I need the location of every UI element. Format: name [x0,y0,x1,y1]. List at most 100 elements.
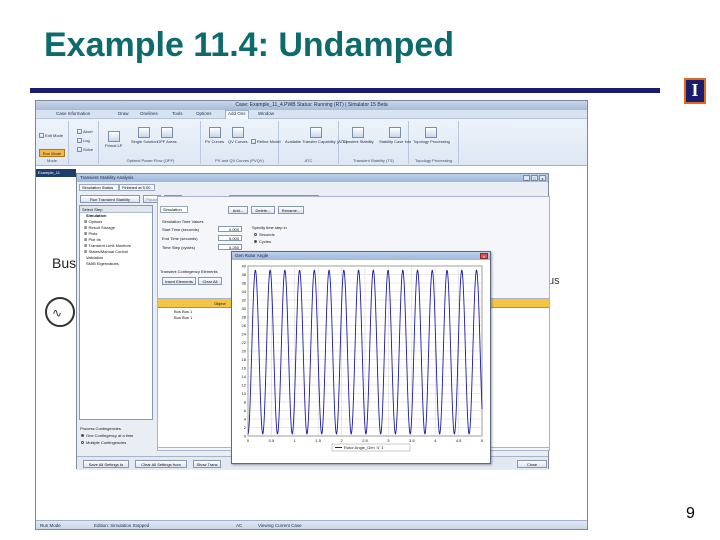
solve-button[interactable]: Solve [77,147,93,153]
opf-areas-button[interactable]: OPF Areas [157,127,177,144]
save-all-settings-button[interactable]: Save All Settings to [83,460,129,468]
y-tick-label: 24 [242,332,247,337]
tab-simulation[interactable]: Simulation [160,206,188,213]
x-tick-label: 0.5 [269,438,275,443]
x-tick-label: 2 [340,438,343,443]
time-unit-cycles-radio[interactable]: Cycles [254,239,271,244]
x-tick-label: 0 [247,438,250,443]
show-transient-button[interactable]: Show Trans [193,460,221,468]
powerworld-screenshot: Case: Example_11_4.PWB Status: Running (… [35,100,588,530]
clear-all-settings-button[interactable]: Clear All Settings from [135,460,187,468]
time-unit-seconds-radio[interactable]: Seconds [254,232,275,237]
log-button[interactable]: Log [77,138,90,144]
dialog-window-controls: _ □ x [523,175,546,181]
time-unit-label: Specify time step in [252,225,287,230]
abort-button[interactable]: Abort [77,129,93,135]
tab-window[interactable]: Window [258,111,274,116]
qv-curves-button[interactable]: QV Curves [228,127,248,144]
status-simulation: Edition: Simulation Stopped [94,523,150,528]
single-solution-icon [138,127,151,138]
multiple-contingencies-radio[interactable]: Multiple Contingencies [81,440,126,445]
status-mode: Run Mode [40,523,61,528]
minimize-button[interactable]: _ [523,175,530,181]
primal-lp-button[interactable]: Primal LP [105,131,122,148]
tree-item-smib-eigenvalues[interactable]: SMIB Eigenvalues [80,261,152,267]
ribbon-group-opf: Primal LP Single Solution OPF Areas Opti… [101,121,201,164]
transient-stability-button[interactable]: Transient Stability [342,127,374,144]
start-time-input[interactable]: 0.000 [218,226,242,232]
edit-mode-button[interactable]: Edit Mode [39,133,63,139]
single-solution-button[interactable]: Single Solution [131,127,158,144]
start-time-label: Start Time (seconds) [162,227,199,232]
atc-icon [310,127,323,138]
ribbon-group-mode: Edit Mode Run Mode Mode [36,121,69,164]
select-step-tree: Select Step Simulation ⊞ Options ⊞ Resul… [79,205,153,420]
y-tick-label: 2 [244,425,247,430]
log-icon [77,138,82,144]
tab-draw[interactable]: Draw [118,111,129,116]
simulation-time-values-header: Simulation Time Values [162,219,204,224]
y-tick-label: 40 [242,264,247,269]
refine-model-button[interactable]: Refine Model [251,139,281,145]
ribbon-group-label: Transient Stability (TS) [353,158,394,163]
university-logo: I [684,78,706,104]
x-tick-label: 3.5 [409,438,415,443]
tab-add-ons[interactable]: Add Ons [225,110,249,119]
close-icon[interactable]: x [480,253,488,259]
close-icon[interactable]: x [539,175,546,181]
x-tick-label: 4.5 [456,438,462,443]
end-time-input[interactable]: 5.000 [218,235,242,241]
x-tick-label: 4 [434,438,437,443]
ribbon-group-transient-stability: Transient Stability Stability Case Info … [339,121,411,164]
add-contingency-button[interactable]: Add... [228,206,248,214]
rotor-angle-plot-window: Gen Rotor Angle x 0 0.5 1 1.5 2 2.5 3 3.5 4 4.5 5 0… [231,251,491,464]
topology-processing-button[interactable]: Topology Processing [413,127,450,144]
y-tick-label: 30 [242,306,247,311]
atc-button[interactable]: Available Transfer Capability (ATC) [285,127,347,144]
y-tick-label: 20 [242,349,247,354]
dialog-title: Transient Stability Analysis [77,174,548,182]
edit-mode-icon [39,133,44,139]
time-step-input[interactable]: 0.250 [218,244,242,250]
y-tick-label: 10 [242,391,247,396]
clear-all-button[interactable]: Clear All [198,277,222,285]
run-mode-button[interactable]: Run Mode [39,149,65,157]
title-rule [30,88,660,93]
tab-case-information[interactable]: Case Information [56,111,90,116]
oneline-bus-label: Bus [52,255,77,271]
stability-case-info-button[interactable]: Stability Case Info [379,127,411,144]
y-tick-label: 4 [244,417,247,422]
close-button[interactable]: Close [517,460,547,468]
y-tick-label: 22 [242,340,247,345]
sine-wave-icon: ∿ [52,306,63,320]
simulation-status-label: Simulation Status [79,184,119,191]
insert-elements-button[interactable]: Insert Elements [162,277,196,285]
slide-title: Example 11.4: Undamped [44,26,455,64]
legend-label: Rotor Angle_Gen '4' '1' [344,445,385,450]
app-title-bar: Case: Example_11_4.PWB Status: Running (… [36,101,587,110]
contingency-elements-label: Transient Contingency Elements [160,269,218,274]
y-tick-label: 32 [242,298,247,303]
delete-contingency-button[interactable]: Delete... [251,206,275,214]
one-contingency-radio[interactable]: One Contingency at a time [81,433,133,438]
status-viewing-case: Viewing Current Case [258,523,302,528]
pv-curves-button[interactable]: PV Curves [205,127,224,144]
topology-processing-icon [425,127,438,138]
ribbon-group-topology: Topology Processing Topology Processing [409,121,459,164]
maximize-button[interactable]: □ [531,175,538,181]
generator-symbol-icon[interactable]: ∿ [45,297,75,327]
y-tick-label: 16 [242,366,247,371]
tab-tools[interactable]: Tools [172,111,183,116]
rename-contingency-button[interactable]: Rename... [278,206,304,214]
y-tick-label: 6 [244,408,247,413]
tab-onelines[interactable]: Onelines [140,111,158,116]
ribbon-group-label: Topology Processing [415,158,452,163]
refine-model-icon [251,139,256,145]
oneline-document-tab[interactable]: Example_11 [36,169,76,177]
pv-curve-icon [208,127,221,138]
ribbon-group-pvqv: PV Curves QV Curves Refine Model PV and … [201,121,281,164]
run-transient-stability-button[interactable]: Run Transient Stability [80,195,140,203]
tab-options[interactable]: Options [196,111,212,116]
x-tick-label: 3 [387,438,390,443]
solve-icon [77,147,82,153]
